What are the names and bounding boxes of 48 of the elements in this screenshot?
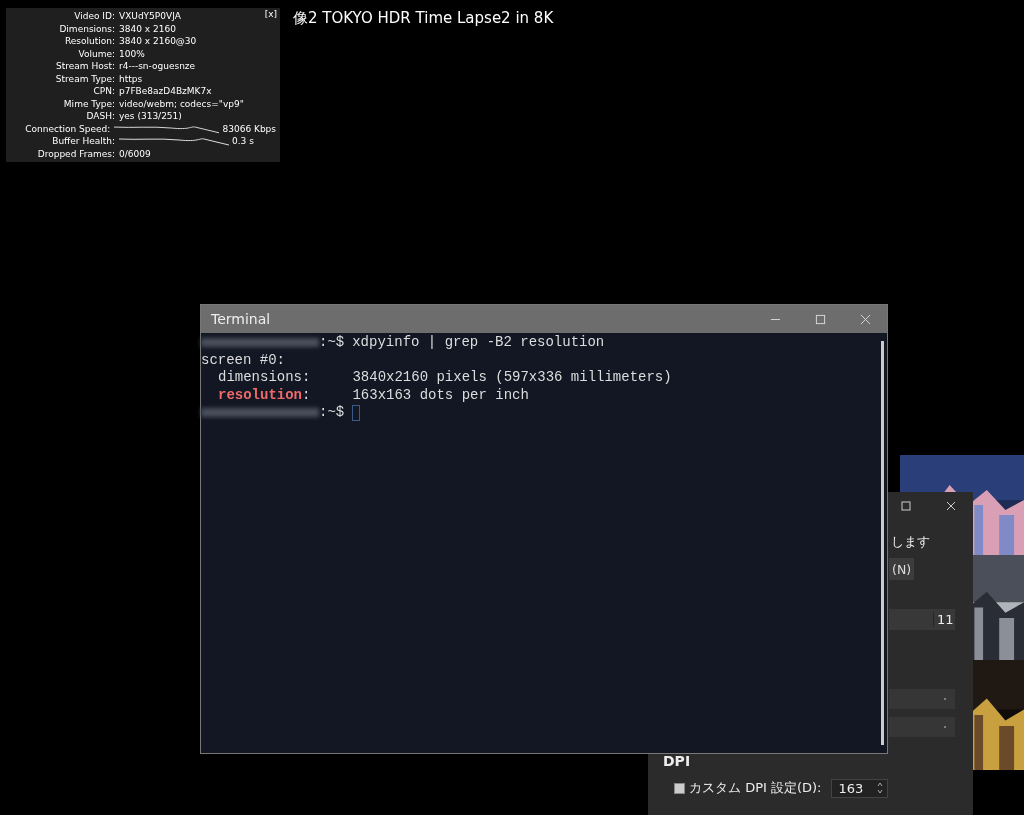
stat-value: 3840 x 2160@30 (119, 36, 197, 47)
output-key: resolution (218, 386, 302, 404)
stat-value: p7FBe8azD4BzMK7x (119, 86, 212, 97)
close-icon[interactable] (946, 501, 956, 511)
section-label: DPI (663, 753, 691, 769)
stat-value: yes (313/251) (119, 111, 182, 122)
prompt: :~$ (319, 404, 345, 422)
stat-value: r4---sn-oguesnze (119, 61, 196, 72)
stat-label: Stream Type: (54, 73, 115, 84)
colon: : (302, 369, 311, 387)
stat-label: Dropped Frames: (36, 148, 115, 159)
stat-label: Resolution: (63, 36, 115, 47)
stat-value: 100% (119, 48, 145, 59)
stat-label: DASH: (85, 111, 115, 122)
stat-label: Connection Speed: (24, 123, 111, 134)
stat-label: Volume: (77, 48, 115, 59)
stat-value: https (119, 73, 143, 84)
maximize-icon[interactable] (815, 313, 826, 325)
colon: : (302, 386, 311, 404)
close-button[interactable]: [x] (264, 9, 277, 19)
output-value: 3840x2160 pixels (597x336 millimeters) (352, 369, 672, 387)
video-title: 像2 TOKYO HDR Time Lapse2 in 8K (293, 9, 554, 28)
stat-value: VXUdY5P0VJA (119, 11, 181, 22)
stat-label: Dimensions: (58, 23, 115, 34)
output-text: screen #0: (201, 351, 285, 369)
stat-value: 0/6009 (119, 148, 151, 159)
stat-label: Buffer Health: (51, 136, 115, 147)
stat-label: Stream Host: (55, 61, 115, 72)
stat-label: Video ID: (73, 11, 115, 22)
stat-label: CPN: (92, 86, 115, 97)
stat-label: Mime Type: (62, 98, 115, 109)
page-subtitle: します (891, 534, 930, 549)
stat-value: 83066 Kbps (222, 123, 276, 134)
output-key: dimensions (218, 369, 302, 387)
maximize-icon[interactable] (901, 501, 911, 511)
stat-value: 0.3 s (232, 136, 254, 147)
font-field[interactable]: 11 (889, 609, 955, 630)
tab[interactable]: (N) (889, 558, 915, 580)
spin-box[interactable]: 163 (831, 778, 889, 798)
window-title: Terminal (211, 311, 271, 327)
command-text: xdpyinfo | grep -B2 resolution (352, 334, 605, 352)
stat-value: video/webm; codecs="vp9" (119, 98, 244, 109)
scrollbar[interactable] (881, 341, 884, 745)
output-value: 163x163 dots per inch (352, 386, 529, 404)
stat-value: 3840 x 2160 (119, 23, 176, 34)
checkbox-label: カスタム DPI 設定(D): (689, 779, 822, 797)
checkbox[interactable] (674, 782, 685, 794)
prompt: :~$ (319, 334, 345, 352)
